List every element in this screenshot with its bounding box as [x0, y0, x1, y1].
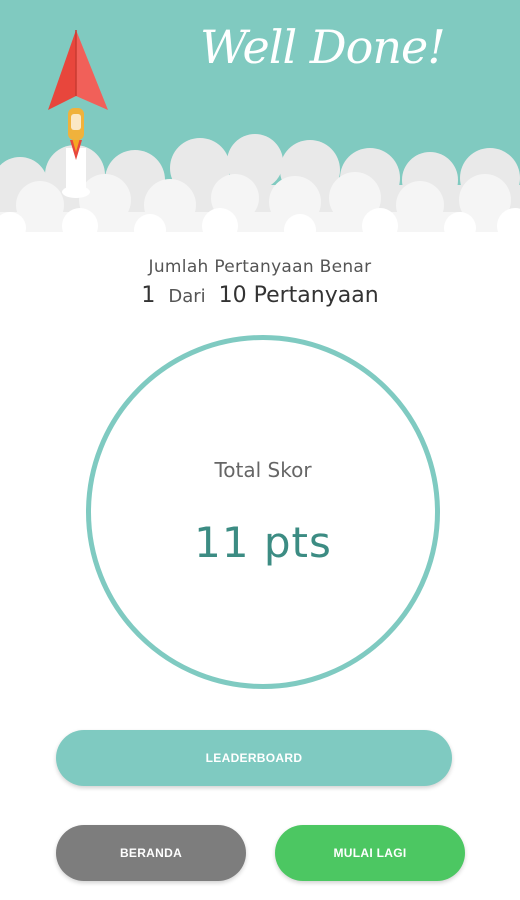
total-score-label: Total Skor — [214, 458, 312, 482]
total-questions: 10 Pertanyaan — [218, 283, 379, 308]
well-done-title: Well Done! — [200, 20, 446, 74]
correct-count: 1 — [141, 283, 156, 308]
correct-answers-summary: 1 Dari 10 Pertanyaan — [0, 283, 520, 308]
home-button[interactable]: BERANDA — [56, 825, 246, 881]
header-banner: Well Done! — [0, 0, 520, 240]
score-circle: Total Skor 11 pts — [86, 335, 440, 689]
total-score-value: 11 pts — [194, 518, 332, 567]
correct-answers-label: Jumlah Pertanyaan Benar — [148, 257, 372, 277]
restart-button[interactable]: MULAI LAGI — [275, 825, 465, 881]
of-label: Dari — [168, 286, 206, 307]
leaderboard-button[interactable]: LEADERBOARD — [56, 730, 452, 786]
result-screen: Well Done! Jumlah Pertanyaan Benar 1 Dar… — [0, 0, 520, 900]
